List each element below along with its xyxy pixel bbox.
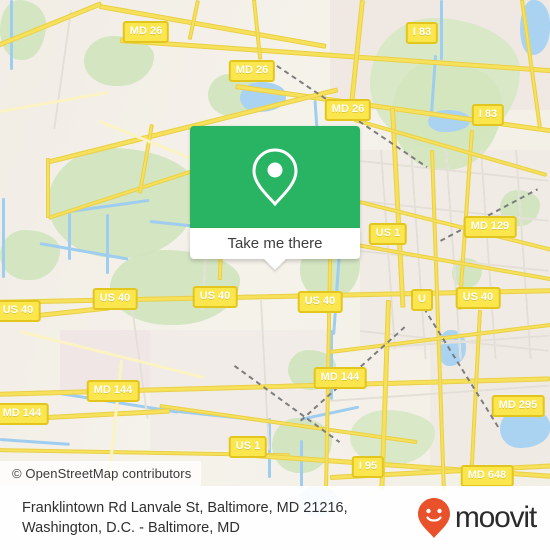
road-shield: MD 144: [86, 380, 140, 402]
road-shield: US 40: [297, 291, 343, 313]
caption-bar: Franklintown Rd Lanvale St, Baltimore, M…: [0, 486, 550, 550]
location-callout-card[interactable]: Take me there: [190, 126, 360, 270]
road-shield: U: [411, 289, 433, 311]
road-shield: US 1: [228, 436, 268, 458]
road-shield: I 83: [405, 22, 439, 44]
moovit-wordmark: moovit: [454, 501, 537, 534]
road-shield: MD 26: [122, 21, 170, 43]
address-caption: Franklintown Rd Lanvale St, Baltimore, M…: [22, 498, 348, 538]
callout-footer[interactable]: Take me there: [190, 228, 360, 270]
road-shield: US 40: [92, 288, 138, 310]
address-line-1: Franklintown Rd Lanvale St, Baltimore, M…: [22, 500, 348, 516]
map-stream: [68, 212, 71, 260]
road-shield: US 1: [368, 223, 408, 245]
take-me-there-button[interactable]: Take me there: [227, 235, 322, 252]
map-stream: [300, 440, 303, 490]
moovit-logo[interactable]: moovit: [417, 497, 537, 539]
map-stream: [2, 198, 5, 278]
map-canvas[interactable]: MD 26 MD 26 MD 26 I 83 I 83 MD 129 US 1 US 40 US…: [0, 0, 550, 550]
callout-pointer-tail: [263, 258, 287, 270]
road-shield: MD 648: [460, 465, 514, 487]
screenshot-root: MD 26 MD 26 MD 26 I 83 I 83 MD 129 US 1 US 40 US…: [0, 0, 550, 550]
address-line-2: Washington, D.C. - Baltimore, MD: [22, 520, 240, 536]
map-road-major: [46, 158, 50, 218]
road-shield: I 83: [471, 104, 505, 126]
road-shield: MD 144: [313, 367, 367, 389]
road-shield: MD 26: [228, 60, 276, 82]
map-stream: [10, 0, 13, 70]
road-shield: MD 295: [491, 395, 545, 417]
map-stream: [106, 214, 109, 274]
road-shield: MD 144: [0, 403, 49, 425]
road-shield: I 95: [351, 456, 385, 478]
map-stream: [440, 0, 443, 60]
road-shield: US 40: [192, 286, 238, 308]
road-shield: US 40: [0, 300, 41, 322]
road-shield: MD 26: [324, 99, 372, 121]
moovit-pin-icon: [417, 498, 450, 538]
road-shield: MD 129: [463, 216, 517, 238]
map-attribution: © OpenStreetMap contributors: [0, 461, 202, 486]
map-pin-icon: [252, 148, 298, 207]
road-shield: US 40: [455, 287, 501, 309]
callout-header: [190, 126, 360, 228]
